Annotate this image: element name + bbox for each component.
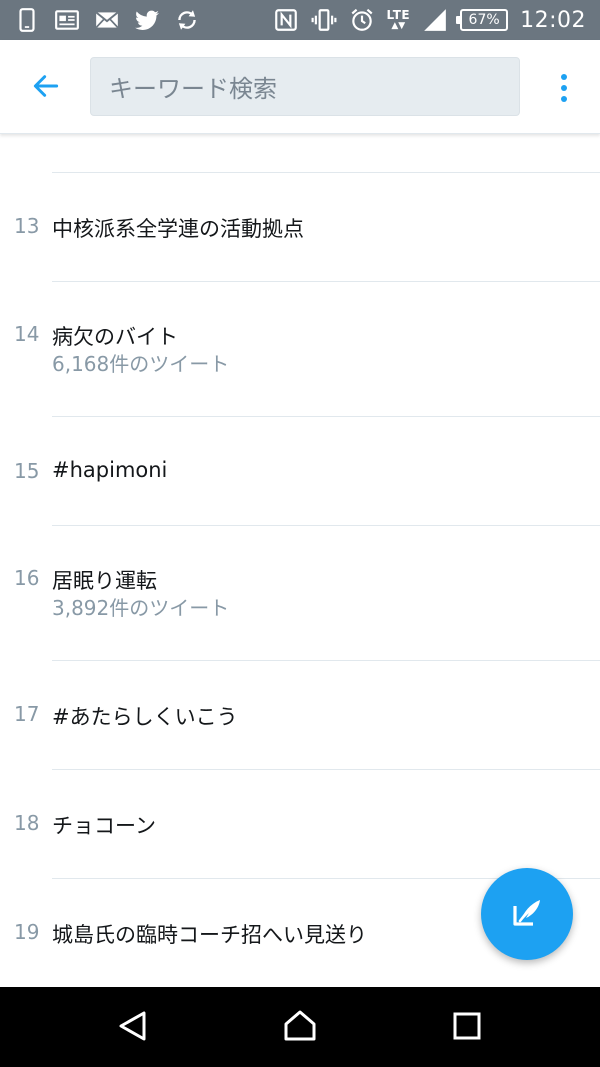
mail-icon: [94, 7, 120, 33]
app-bar: キーワード検索: [0, 40, 600, 134]
trend-rank: 14: [14, 322, 40, 346]
trend-name: 中核派系全学連の活動拠点: [52, 217, 304, 241]
trend-item[interactable]: 14 病欠のバイト 6,168件のツイート: [0, 282, 600, 416]
trend-item[interactable]: 13 中核派系全学連の活動拠点: [0, 173, 600, 281]
trend-tweet-count: 6,168件のツイート: [52, 352, 230, 376]
overflow-menu-button[interactable]: [546, 66, 582, 110]
trend-name: 城島氏の臨時コーチ招へい見送り: [52, 923, 367, 947]
lte-icon: LTE ▲▼: [387, 9, 411, 31]
data-arrows-icon: ▲▼: [391, 21, 406, 31]
status-bar: LTE ▲▼ 67% 12:02: [0, 0, 600, 40]
trend-name: チョコーン: [52, 814, 156, 838]
home-icon: [281, 1007, 319, 1049]
trend-name: #hapimoni: [52, 458, 168, 482]
back-triangle-icon: [116, 1009, 150, 1047]
trend-rank: 18: [14, 811, 40, 835]
back-button[interactable]: [24, 66, 68, 110]
trend-item[interactable]: 16 居眠り運転 3,892件のツイート: [0, 526, 600, 660]
twitter-icon: [134, 7, 160, 33]
trends-list: 13 中核派系全学連の活動拠点 14 病欠のバイト 6,168件のツイート 15…: [0, 134, 600, 987]
trend-item[interactable]: 15 #hapimoni: [0, 417, 600, 525]
trend-item[interactable]: 17 #あたらしくいこう: [0, 661, 600, 769]
status-right-icons: LTE ▲▼ 67% 12:02: [273, 0, 586, 40]
trend-rank: 15: [14, 459, 40, 483]
compose-tweet-button[interactable]: [481, 868, 573, 960]
nav-home-button[interactable]: [275, 1003, 325, 1053]
compose-tweet-icon: [507, 892, 547, 936]
trend-name: #あたらしくいこう: [52, 705, 238, 729]
system-nav-bar: [0, 987, 600, 1067]
recents-icon: [452, 1011, 482, 1045]
search-placeholder: キーワード検索: [109, 75, 277, 103]
news-icon: [54, 7, 80, 33]
trend-rank: 19: [14, 920, 40, 944]
trend-name: 居眠り運転: [52, 569, 157, 593]
battery-level: 67%: [468, 12, 500, 28]
trend-name: 病欠のバイト: [52, 325, 178, 349]
screen: LTE ▲▼ 67% 12:02 キーワード検索 13 中核派系全学連の活動拠点…: [0, 0, 600, 1067]
status-time: 12:02: [520, 7, 586, 33]
more-vertical-icon-dot: [561, 96, 567, 102]
search-input[interactable]: キーワード検索: [90, 57, 520, 116]
sync-icon: [174, 7, 200, 33]
trend-item[interactable]: 18 チョコーン: [0, 770, 600, 878]
alarm-icon: [349, 7, 375, 33]
battery-icon: 67%: [456, 9, 509, 31]
nav-back-button[interactable]: [108, 1003, 158, 1053]
trend-rank: 17: [14, 702, 40, 726]
nav-recents-button[interactable]: [442, 1003, 492, 1053]
phone-icon: [14, 7, 40, 33]
trend-rank: 16: [14, 566, 40, 590]
nfc-icon: [273, 7, 299, 33]
signal-icon: [422, 7, 448, 33]
arrow-left-icon: [30, 70, 62, 106]
trend-rank: 13: [14, 214, 40, 238]
status-left-icons: [14, 0, 200, 40]
trend-tweet-count: 3,892件のツイート: [52, 596, 230, 620]
more-vertical-icon-dot: [561, 85, 567, 91]
network-label: LTE: [386, 8, 411, 22]
vibrate-icon: [311, 7, 337, 33]
more-vertical-icon: [561, 74, 567, 80]
